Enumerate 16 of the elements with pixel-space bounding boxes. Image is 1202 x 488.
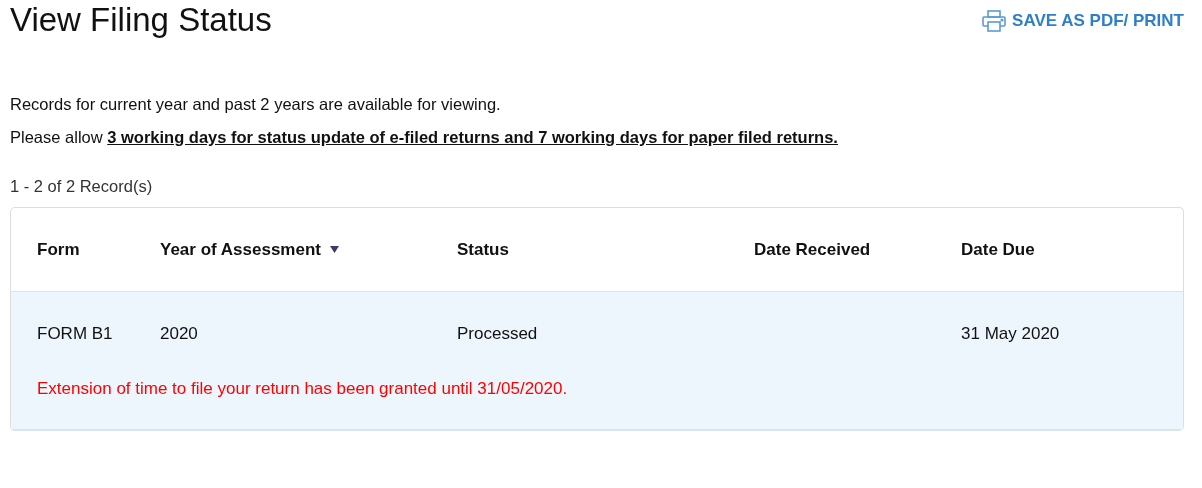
column-header[interactable]: Form xyxy=(37,236,160,262)
table-cell: 2020 xyxy=(160,324,198,343)
table-cell: Processed xyxy=(457,324,538,343)
record-count: 1 - 2 of 2 Record(s) xyxy=(10,176,154,197)
column-header[interactable]: Year of Assessment xyxy=(160,236,457,262)
notice-text: Please allow 3 working days for status update of e-filed returns and 7 working days for paper filed returns. xyxy=(10,127,839,148)
notice-text: Records for current year and past 2 years are available for viewing. xyxy=(10,94,502,115)
page-title: View Filing Status xyxy=(10,0,272,40)
column-header[interactable]: Status xyxy=(457,236,754,262)
column-header[interactable]: Date Received xyxy=(754,236,961,262)
table-cell: 31 May 2020 xyxy=(961,324,1060,343)
column-header[interactable]: Date Due xyxy=(961,236,1183,262)
table-cell: FORM B1 xyxy=(37,324,113,343)
print-button[interactable]: SAVE AS PDF/ PRINT xyxy=(982,8,1184,34)
printer-icon xyxy=(982,9,1007,32)
extension-message: Extension of time to file your return has been granted until 31/05/2020. xyxy=(36,377,569,400)
